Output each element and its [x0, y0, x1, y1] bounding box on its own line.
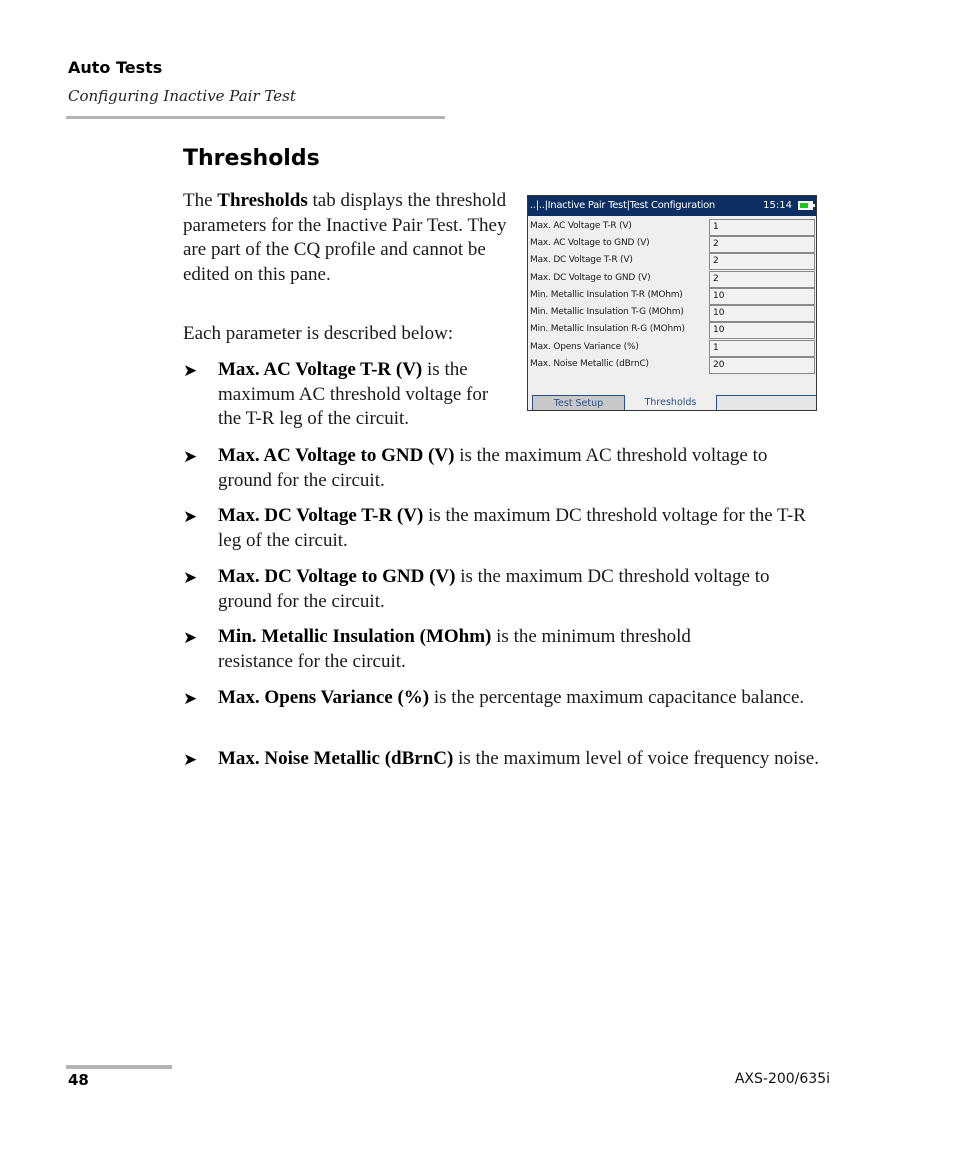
tab-thresholds[interactable]: Thresholds — [625, 395, 716, 410]
arrow-bullet-icon: ➤ — [183, 568, 198, 587]
bullet-desc: is the percentage maximum capacitance ba… — [429, 687, 805, 708]
threshold-label: Max. Noise Metallic (dBrnC) — [530, 359, 649, 369]
threshold-value-field[interactable]: 10 — [709, 322, 815, 339]
page-number: 48 — [68, 1071, 89, 1089]
threshold-value-field[interactable]: 2 — [709, 236, 815, 253]
tab-empty — [716, 395, 816, 410]
threshold-row: Min. Metallic Insulation T-R (MOhm) 10 — [528, 288, 816, 305]
bullet-term: Max. DC Voltage T-R (V) — [218, 505, 424, 526]
threshold-row: Max. AC Voltage T-R (V) 1 — [528, 219, 816, 236]
threshold-row: Max. DC Voltage T-R (V) 2 — [528, 253, 816, 270]
threshold-row: Max. Noise Metallic (dBrnC) 20 — [528, 357, 816, 374]
threshold-value-field[interactable]: 20 — [709, 357, 815, 374]
threshold-label: Min. Metallic Insulation T-G (MOhm) — [530, 307, 684, 317]
threshold-value-field[interactable]: 1 — [709, 340, 815, 357]
battery-charging-icon — [798, 201, 815, 210]
arrow-bullet-icon: ➤ — [183, 750, 198, 769]
arrow-bullet-icon: ➤ — [183, 507, 198, 526]
device-tab-bar: Test Setup Thresholds — [528, 395, 816, 410]
bullet-text: Max. Noise Metallic (dBrnC) is the maxim… — [218, 747, 823, 772]
bullet-term: Max. Noise Metallic (dBrnC) — [218, 748, 454, 769]
threshold-label: Max. DC Voltage to GND (V) — [530, 273, 651, 283]
bullet-term: Min. Metallic Insulation (MOhm) — [218, 626, 492, 647]
bullet-term: Max. DC Voltage to GND (V) — [218, 566, 456, 587]
threshold-row: Max. Opens Variance (%) 1 — [528, 340, 816, 357]
threshold-label: Min. Metallic Insulation T-R (MOhm) — [530, 290, 683, 300]
bullet-term: Max. AC Voltage T-R (V) — [218, 359, 423, 380]
arrow-bullet-icon: ➤ — [183, 447, 198, 466]
bullet-text: Max. DC Voltage T-R (V) is the maximum D… — [218, 504, 818, 553]
threshold-row: Min. Metallic Insulation T-G (MOhm) 10 — [528, 305, 816, 322]
threshold-label: Max. DC Voltage T-R (V) — [530, 255, 633, 265]
threshold-row: Max. DC Voltage to GND (V) 2 — [528, 271, 816, 288]
bullet-desc: is the maximum level of voice frequency … — [453, 748, 819, 769]
tab-test-setup[interactable]: Test Setup — [532, 395, 625, 410]
bullet-text: Min. Metallic Insulation (MOhm) is the m… — [218, 625, 758, 674]
device-screenshot: ..|..|Inactive Pair Test|Test Configurat… — [527, 195, 817, 411]
each-parameter-paragraph: Each parameter is described below: — [183, 323, 454, 344]
bullet-text: Max. Opens Variance (%) is the percentag… — [218, 686, 818, 711]
footer-divider — [66, 1065, 172, 1069]
threshold-value-field[interactable]: 2 — [709, 253, 815, 270]
intro-pre: The — [183, 190, 218, 211]
threshold-label: Max. AC Voltage to GND (V) — [530, 238, 650, 248]
threshold-row: Max. AC Voltage to GND (V) 2 — [528, 236, 816, 253]
threshold-label: Max. Opens Variance (%) — [530, 342, 639, 352]
bullet-text: Max. AC Voltage T-R (V) is the maximum A… — [218, 358, 513, 432]
threshold-value-field[interactable]: 10 — [709, 288, 815, 305]
intro-bold: Thresholds — [217, 190, 308, 211]
threshold-value-field[interactable]: 2 — [709, 271, 815, 288]
bullet-term: Max. AC Voltage to GND (V) — [218, 445, 455, 466]
running-head-title: Auto Tests — [68, 58, 163, 77]
bullet-text: Max. DC Voltage to GND (V) is the maximu… — [218, 565, 818, 614]
product-name: AXS-200/635i — [734, 1071, 830, 1087]
arrow-bullet-icon: ➤ — [183, 361, 198, 380]
section-title: Thresholds — [183, 146, 320, 171]
device-titlebar: ..|..|Inactive Pair Test|Test Configurat… — [528, 196, 816, 216]
threshold-label: Min. Metallic Insulation R-G (MOhm) — [530, 324, 685, 334]
threshold-value-field[interactable]: 10 — [709, 305, 815, 322]
header-divider — [66, 116, 445, 119]
bullet-term: Max. Opens Variance (%) — [218, 687, 430, 708]
device-clock: 15:14 — [763, 200, 792, 211]
arrow-bullet-icon: ➤ — [183, 689, 198, 708]
threshold-value-field[interactable]: 1 — [709, 219, 815, 236]
bullet-text: Max. AC Voltage to GND (V) is the maximu… — [218, 444, 818, 493]
threshold-row: Min. Metallic Insulation R-G (MOhm) 10 — [528, 322, 816, 339]
running-head-subtitle: Configuring Inactive Pair Test — [68, 87, 296, 105]
intro-paragraph: The Thresholds tab displays the threshol… — [183, 189, 508, 287]
threshold-label: Max. AC Voltage T-R (V) — [530, 221, 632, 231]
device-breadcrumb[interactable]: ..|..|Inactive Pair Test|Test Configurat… — [530, 196, 715, 216]
arrow-bullet-icon: ➤ — [183, 628, 198, 647]
